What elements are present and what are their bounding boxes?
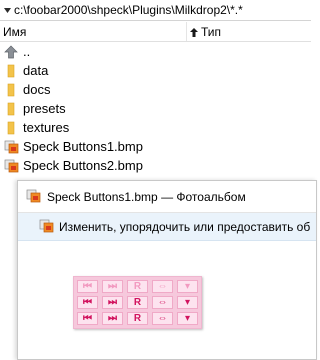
file-list: .. data docs presets textures Speck Butt… xyxy=(0,42,311,175)
photo-album-icon xyxy=(26,188,41,206)
list-item-folder-presets[interactable]: presets xyxy=(0,99,311,118)
list-item-folder-data[interactable]: data xyxy=(0,61,311,80)
prev-track-icon: ⏮ xyxy=(77,296,98,309)
bmp-image-icon xyxy=(3,139,19,155)
column-separator[interactable] xyxy=(186,22,187,41)
photo-album-window[interactable]: Speck Buttons1.bmp — Фотоальбом Изменить… xyxy=(17,180,317,360)
dropdown-icon: ▾ xyxy=(177,280,198,293)
edit-organize-share-bar[interactable]: Изменить, упорядочить или предоставить о… xyxy=(18,212,316,241)
column-name-header[interactable]: Имя xyxy=(3,25,26,39)
random-icon: R xyxy=(127,280,148,293)
list-item-file-speck-buttons2[interactable]: Speck Buttons2.bmp xyxy=(0,156,311,175)
random-icon: R xyxy=(127,296,148,309)
column-header: Имя Тип xyxy=(0,22,311,42)
list-item-file-speck-buttons1[interactable]: Speck Buttons1.bmp xyxy=(0,137,311,156)
list-item-label: docs xyxy=(23,82,51,97)
resize-icon: ⇔ xyxy=(152,312,173,325)
toolbar-text: Изменить, упорядочить или предоставить о… xyxy=(59,219,311,234)
list-item-label: Speck Buttons1.bmp xyxy=(23,139,143,154)
next-track-icon: ⏭ xyxy=(102,296,123,309)
folder-icon xyxy=(3,82,19,98)
folder-icon xyxy=(3,63,19,79)
folder-icon xyxy=(3,101,19,117)
current-path: c:\foobar2000\shpeck\Plugins\Milkdrop2\*… xyxy=(14,3,243,17)
window-title: Speck Buttons1.bmp — Фотоальбом xyxy=(47,189,246,204)
up-arrow-icon xyxy=(3,44,19,60)
list-item-label: data xyxy=(23,63,49,78)
resize-icon: ⇔ xyxy=(152,296,173,309)
column-type-header[interactable]: Тип xyxy=(190,25,221,39)
edit-image-icon xyxy=(39,218,54,236)
sprite-row-hover: ⏮ ⏭ R ⇔ ▾ xyxy=(77,296,198,310)
path-bar[interactable]: c:\foobar2000\shpeck\Plugins\Milkdrop2\*… xyxy=(0,0,311,21)
prev-track-icon: ⏮ xyxy=(77,312,98,325)
sprite-row-pressed: ⏮ ⏭ R ⇔ ▾ xyxy=(77,312,198,326)
dropdown-icon: ▾ xyxy=(177,312,198,325)
column-type-label: Тип xyxy=(201,25,222,39)
list-item-folder-docs[interactable]: docs xyxy=(0,80,311,99)
random-icon: R xyxy=(127,312,148,325)
next-track-icon: ⏭ xyxy=(102,312,123,325)
sort-ascending-icon xyxy=(190,27,198,37)
resize-icon: ⇔ xyxy=(152,280,173,293)
sprite-row-normal: ⏮ ⏭ R ⇔ ▾ xyxy=(77,280,198,294)
list-item-label: .. xyxy=(23,44,31,59)
prev-track-icon: ⏮ xyxy=(77,280,98,293)
folder-icon xyxy=(3,120,19,136)
dropdown-icon: ▾ xyxy=(177,296,198,309)
list-item-folder-textures[interactable]: textures xyxy=(0,118,311,137)
bmp-image-icon xyxy=(3,158,19,174)
list-item-label: textures xyxy=(23,120,70,135)
list-item-parent-dir[interactable]: .. xyxy=(0,42,311,61)
next-track-icon: ⏭ xyxy=(102,280,123,293)
list-item-label: presets xyxy=(23,101,66,116)
window-title-bar[interactable]: Speck Buttons1.bmp — Фотоальбом xyxy=(18,181,316,212)
button-sprite-image: ⏮ ⏭ R ⇔ ▾ ⏮ ⏭ R ⇔ ▾ ⏮ ⏭ R ⇔ ▾ xyxy=(73,276,202,329)
path-dropdown-arrow-icon[interactable] xyxy=(3,6,12,15)
list-item-label: Speck Buttons2.bmp xyxy=(23,158,143,173)
